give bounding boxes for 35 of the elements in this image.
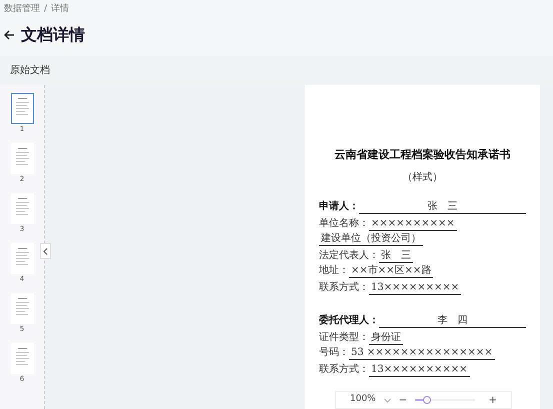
- field-value: 张 三: [379, 250, 413, 262]
- document-subtitle: （样式）: [402, 170, 444, 184]
- field-label: 申请人：: [319, 200, 359, 214]
- zoom-value[interactable]: 100%: [350, 393, 376, 407]
- collapse-button[interactable]: [40, 243, 51, 259]
- field-label: 法定代表人：: [319, 250, 379, 262]
- field-label: 委托代理人：: [319, 314, 379, 328]
- field-value: 53 ×××××××××××××××: [349, 346, 495, 360]
- back-arrow-icon[interactable]: [4, 30, 15, 40]
- field-label: 证件类型：: [319, 332, 369, 344]
- field-value: 建设单位（投资公司）: [319, 232, 423, 246]
- page-thumbnail[interactable]: [10, 93, 34, 124]
- breadcrumb-separator: /: [44, 3, 48, 16]
- field-label: 地址：: [319, 264, 349, 278]
- page-title: 文档详情: [21, 24, 85, 46]
- breadcrumb-link[interactable]: 数据管理: [4, 3, 40, 16]
- field-value: ××市××区××路: [349, 264, 434, 278]
- field-value: 李 四: [379, 314, 526, 328]
- field-label: 单位名称：: [319, 218, 369, 230]
- field-label: 号码：: [319, 346, 349, 360]
- breadcrumb-link[interactable]: 详情: [51, 3, 70, 16]
- field-value: 13××××××××××: [369, 364, 470, 376]
- chevron-left-icon: [43, 248, 48, 254]
- card-title: 原始文档: [10, 64, 50, 78]
- field-value: 张 三: [359, 200, 526, 214]
- field-label: 联系方式：: [319, 364, 369, 376]
- field-value: ××××××××××: [369, 218, 457, 230]
- field-value: 身份证: [369, 332, 403, 344]
- field-value: 13×××××××××: [369, 282, 462, 294]
- chevron-down-icon[interactable]: [384, 398, 391, 402]
- field-label: 联系方式：: [319, 282, 369, 294]
- slider-thumb[interactable]: [423, 396, 432, 404]
- zoom-out-button[interactable]: −: [398, 392, 408, 408]
- zoom-in-button[interactable]: +: [488, 392, 497, 408]
- document-title: 云南省建设工程档案验收告知承诺书: [334, 147, 512, 163]
